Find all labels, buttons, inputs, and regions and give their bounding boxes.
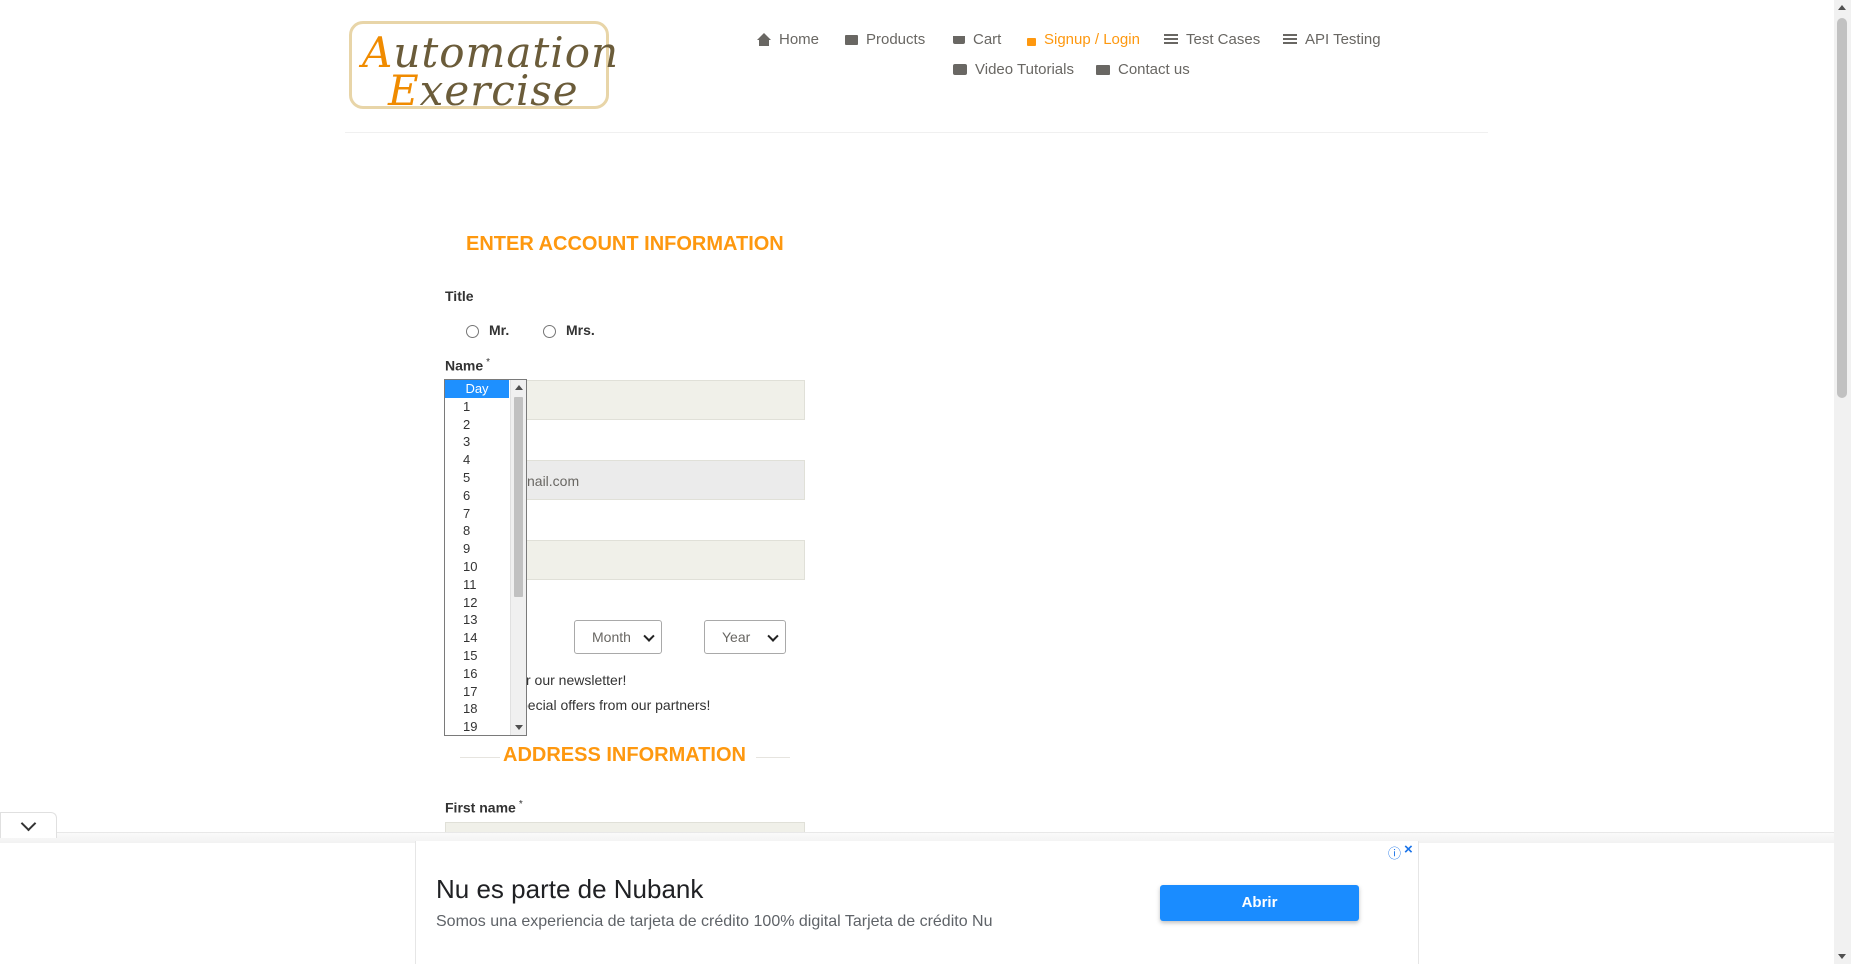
- day-option[interactable]: 3: [445, 433, 509, 451]
- nav-label: Signup / Login: [1044, 31, 1140, 48]
- first-name-label: First name *: [445, 799, 523, 816]
- address-divider-left: [460, 757, 500, 758]
- nav-label: Home: [779, 31, 820, 48]
- day-option[interactable]: 19: [445, 718, 509, 735]
- offers-checkbox-label[interactable]: pecial offers from our partners!: [520, 697, 710, 713]
- page-scroll-thumb[interactable]: [1837, 18, 1847, 398]
- logo-letter: E: [388, 66, 420, 115]
- lock-icon: [1027, 37, 1036, 46]
- ad-collapse-button[interactable]: [0, 812, 57, 838]
- first-name-label-text: First name: [445, 799, 516, 816]
- day-option[interactable]: 7: [445, 505, 509, 523]
- nav-label: Contact us: [1118, 61, 1190, 78]
- day-option[interactable]: 14: [445, 629, 509, 647]
- nav-video-tutorials[interactable]: Video Tutorials: [953, 61, 1074, 78]
- nav-label: Cart: [973, 31, 1002, 48]
- info-icon[interactable]: ⓘ: [1388, 843, 1401, 862]
- nav-label: Products: [866, 31, 926, 48]
- nav-cart[interactable]: Cart: [953, 31, 1001, 48]
- site-logo[interactable]: Automation Exercise: [349, 21, 618, 115]
- scroll-down-icon[interactable]: [515, 725, 523, 730]
- day-dropdown-list[interactable]: Day 1 2 3 4 5 6 7 8 9 10 11 12 13 14 15 …: [444, 379, 527, 736]
- year-select[interactable]: Year: [704, 620, 786, 654]
- nav-home[interactable]: Home: [757, 31, 819, 48]
- nav-label: Test Cases: [1186, 31, 1261, 48]
- nav-api-testing[interactable]: API Testing: [1283, 31, 1381, 48]
- day-option[interactable]: 5: [445, 469, 509, 487]
- day-option[interactable]: 8: [445, 522, 509, 540]
- scroll-down-icon[interactable]: [1838, 954, 1846, 959]
- nav-label: Video Tutorials: [975, 61, 1074, 78]
- title-mrs-label: Mrs.: [566, 322, 595, 338]
- day-option[interactable]: 9: [445, 540, 509, 558]
- nav-contact[interactable]: Contact us: [1096, 61, 1190, 78]
- title-mrs-radio[interactable]: [543, 325, 556, 338]
- title-label: Title: [445, 288, 474, 304]
- nav-signup-login[interactable]: Signup / Login: [1027, 31, 1140, 48]
- day-option[interactable]: 16: [445, 665, 509, 683]
- required-mark: *: [518, 799, 523, 810]
- nav-test-cases[interactable]: Test Cases: [1164, 31, 1260, 48]
- home-icon: [757, 33, 771, 46]
- ad-banner[interactable]: Nu es parte de Nubank Somos una experien…: [415, 841, 1419, 964]
- header-divider: [345, 132, 1488, 133]
- day-option[interactable]: 10: [445, 558, 509, 576]
- dropdown-scrollbar[interactable]: [510, 380, 526, 735]
- day-option[interactable]: 13: [445, 611, 509, 629]
- close-icon[interactable]: ×: [1404, 841, 1413, 858]
- month-select-value: Month: [592, 629, 631, 645]
- newsletter-checkbox-label[interactable]: r our newsletter!: [526, 672, 626, 688]
- day-option[interactable]: 12: [445, 594, 509, 612]
- page-scrollbar[interactable]: [1834, 0, 1851, 964]
- chevron-down-icon: [767, 630, 779, 642]
- month-select[interactable]: Month: [574, 620, 662, 654]
- day-option[interactable]: 4: [445, 451, 509, 469]
- ad-headline[interactable]: Nu es parte de Nubank: [436, 874, 703, 905]
- address-divider-right: [756, 757, 790, 758]
- nav-products[interactable]: Products: [845, 31, 925, 48]
- envelope-icon: [1096, 64, 1110, 75]
- day-option[interactable]: 1: [445, 398, 509, 416]
- day-option[interactable]: 17: [445, 683, 509, 701]
- day-option[interactable]: 18: [445, 700, 509, 718]
- list-icon: [1164, 34, 1178, 45]
- briefcase-icon: [845, 34, 858, 45]
- ad-body: Somos una experiencia de tarjeta de créd…: [436, 913, 993, 930]
- logo-text: xercise: [419, 66, 579, 115]
- year-select-value: Year: [722, 629, 751, 645]
- day-option[interactable]: 11: [445, 576, 509, 594]
- ad-open-button[interactable]: Abrir: [1160, 885, 1359, 921]
- title-mr-label: Mr.: [489, 322, 510, 338]
- day-option[interactable]: 2: [445, 416, 509, 434]
- scroll-up-icon[interactable]: [515, 385, 523, 390]
- list-icon: [1283, 34, 1297, 45]
- account-info-heading: ENTER ACCOUNT INFORMATION: [466, 233, 784, 255]
- title-mr-radio[interactable]: [466, 325, 479, 338]
- day-option[interactable]: 6: [445, 487, 509, 505]
- required-mark: *: [486, 357, 491, 368]
- chevron-down-icon: [643, 630, 655, 642]
- nav-label: API Testing: [1305, 31, 1381, 48]
- chevron-down-icon: [20, 815, 37, 832]
- address-info-heading: ADDRESS INFORMATION: [503, 744, 746, 766]
- cart-icon: [953, 35, 965, 44]
- name-label-text: Name: [445, 357, 484, 374]
- scroll-up-icon[interactable]: [1838, 5, 1846, 10]
- day-option[interactable]: 15: [445, 647, 509, 665]
- day-option-selected[interactable]: Day: [445, 380, 509, 398]
- name-label: Name *: [445, 357, 490, 374]
- youtube-icon: [953, 64, 967, 75]
- dropdown-scroll-thumb[interactable]: [514, 397, 523, 597]
